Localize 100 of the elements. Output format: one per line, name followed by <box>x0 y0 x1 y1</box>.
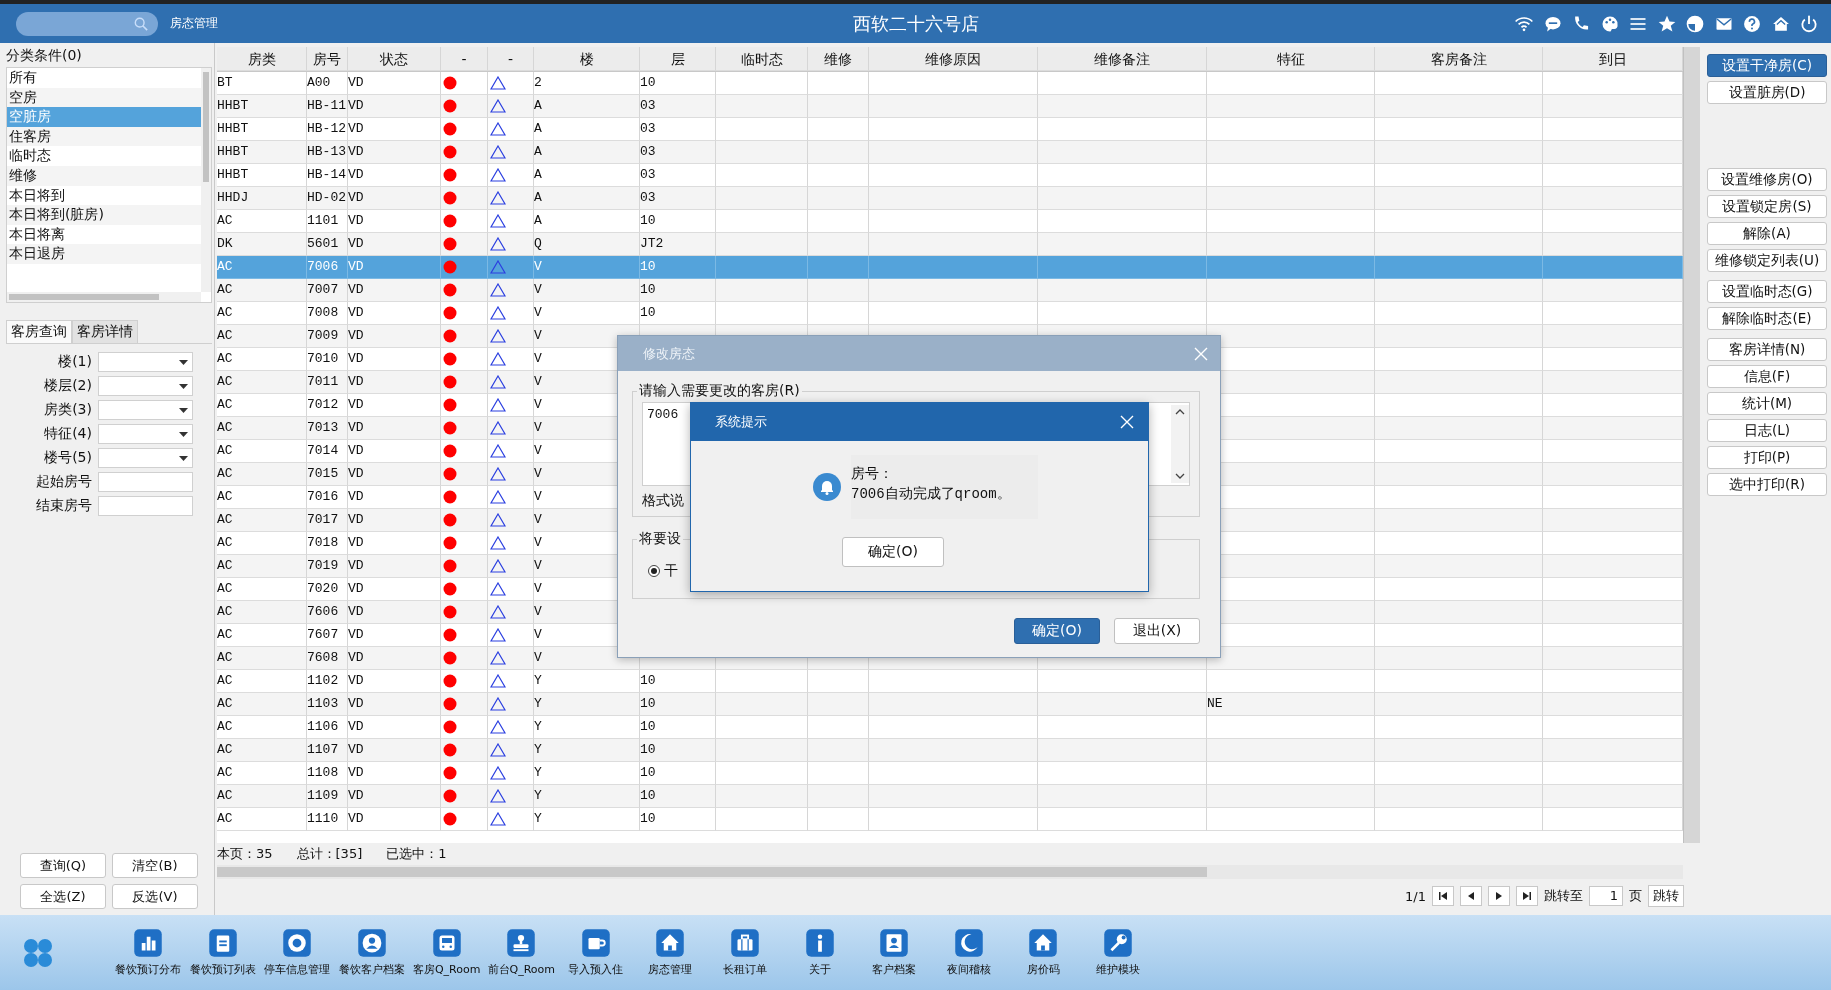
field-label: 楼(1) <box>57 353 92 371</box>
table-cell-text: 7018 <box>307 534 339 552</box>
table-cell-text: VD <box>348 166 364 184</box>
table-cell-text: AC <box>217 695 233 713</box>
table-cell-text: VD <box>348 350 364 368</box>
field-label: 房类(3) <box>43 401 92 419</box>
group-label: 分类条件(0) <box>6 47 83 65</box>
table-cell-text: 10 <box>640 212 656 230</box>
table-cell-text: VD <box>348 120 364 138</box>
table-cell-text: V <box>534 580 542 598</box>
table-cell-text: AC <box>217 281 233 299</box>
table-cell-text: Y <box>534 741 542 759</box>
table-cell-text: AC <box>217 396 233 414</box>
table-cell-text: V <box>534 281 542 299</box>
table-cell-text: VD <box>348 810 364 828</box>
table-cell-text: V <box>534 603 542 621</box>
table-cell-text: VD <box>348 580 364 598</box>
table-cell-text: HD-02 <box>307 189 346 207</box>
table-cell-text: 1106 <box>307 718 339 736</box>
table-cell-text: AC <box>217 557 233 575</box>
table-cell-text: A00 <box>307 74 331 92</box>
table-cell-text: VD <box>348 557 364 575</box>
table-cell-text: AC <box>217 764 233 782</box>
table-cell-text: VD <box>348 534 364 552</box>
table-cell-text: VD <box>348 74 364 92</box>
table-cell-text: VD <box>348 97 364 115</box>
table-cell-text: VD <box>348 649 364 667</box>
table-cell-text: 10 <box>640 718 656 736</box>
table-cell-text: 10 <box>640 741 656 759</box>
table-cell-text: VD <box>348 419 364 437</box>
table-cell-text: 10 <box>640 810 656 828</box>
table-cell-text: 1108 <box>307 764 339 782</box>
field-label: 结束房号 <box>35 497 92 515</box>
table-cell-text: AC <box>217 626 233 644</box>
table-cell-text: 10 <box>640 672 656 690</box>
table-cell-text: 10 <box>640 787 656 805</box>
table-cell-text: 10 <box>640 764 656 782</box>
table-cell-text: V <box>534 350 542 368</box>
table-cell-text: AC <box>217 258 233 276</box>
table-cell-text: AC <box>217 488 233 506</box>
table-cell-text: AC <box>217 212 233 230</box>
window-title: 西软二十六号店 <box>852 12 979 34</box>
table-cell-text: V <box>534 327 542 345</box>
table-cell-text: 1109 <box>307 787 339 805</box>
table-cell-text: AC <box>217 649 233 667</box>
table-cell-text: HHBT <box>217 143 249 161</box>
table-cell-text: V <box>534 511 542 529</box>
table-cell-text: AC <box>217 327 233 345</box>
table-cell-text: VD <box>348 304 364 322</box>
table-cell-text: VD <box>348 258 364 276</box>
table-cell-text: VD <box>348 442 364 460</box>
table-cell-text: VD <box>348 511 364 529</box>
table-cell-text: HHBT <box>217 166 249 184</box>
field-label: 起始房号 <box>35 473 92 491</box>
table-cell-text: AC <box>217 511 233 529</box>
table-cell-text: VD <box>348 718 364 736</box>
table-cell-text: BT <box>217 74 233 92</box>
table-cell-text: 7607 <box>307 626 339 644</box>
table-cell-text: A <box>534 120 542 138</box>
table-cell-text: 1107 <box>307 741 339 759</box>
table-cell-text: HB-14 <box>307 166 346 184</box>
field-label: 楼号(5) <box>43 449 92 467</box>
table-cell-text: Y <box>534 787 542 805</box>
table-cell-text: AC <box>217 465 233 483</box>
table-cell-text: HB-12 <box>307 120 346 138</box>
table-cell-text: Y <box>534 718 542 736</box>
table-cell-text: 7016 <box>307 488 339 506</box>
table-cell-text: Y <box>534 764 542 782</box>
table-cell-text: A <box>534 166 542 184</box>
table-cell-text: 10 <box>640 695 656 713</box>
table-cell-text: 03 <box>640 97 656 115</box>
table-cell-text: Y <box>534 810 542 828</box>
table-cell-text: AC <box>217 787 233 805</box>
table-cell-text: 1101 <box>307 212 339 230</box>
table-cell-text: AC <box>217 350 233 368</box>
page-indicator: 1/1 <box>1405 888 1426 904</box>
table-cell-text: VD <box>348 281 364 299</box>
table-cell-text: 03 <box>640 143 656 161</box>
group-label: 将要设 <box>637 530 683 548</box>
table-cell-text: V <box>534 396 542 414</box>
table-cell-text: VD <box>348 741 364 759</box>
table-cell-text: V <box>534 258 542 276</box>
field-label: 特征(4) <box>43 425 92 443</box>
table-cell-text: VD <box>348 626 364 644</box>
table-cell-text: AC <box>217 810 233 828</box>
table-cell-text: HB-13 <box>307 143 346 161</box>
table-cell-text: 03 <box>640 189 656 207</box>
table-cell-text: VD <box>348 603 364 621</box>
table-cell-text: AC <box>217 603 233 621</box>
table-cell-text: A <box>534 212 542 230</box>
table-cell-text: 7608 <box>307 649 339 667</box>
table-cell-text: 7606 <box>307 603 339 621</box>
table-cell-text: 1103 <box>307 695 339 713</box>
table-cell-text: 7020 <box>307 580 339 598</box>
table-cell-text: 7009 <box>307 327 339 345</box>
table-cell-text: AC <box>217 672 233 690</box>
table-cell-text: 7011 <box>307 373 339 391</box>
table-cell-text: V <box>534 626 542 644</box>
table-cell-text: A <box>534 97 542 115</box>
table-cell-text: AC <box>217 373 233 391</box>
